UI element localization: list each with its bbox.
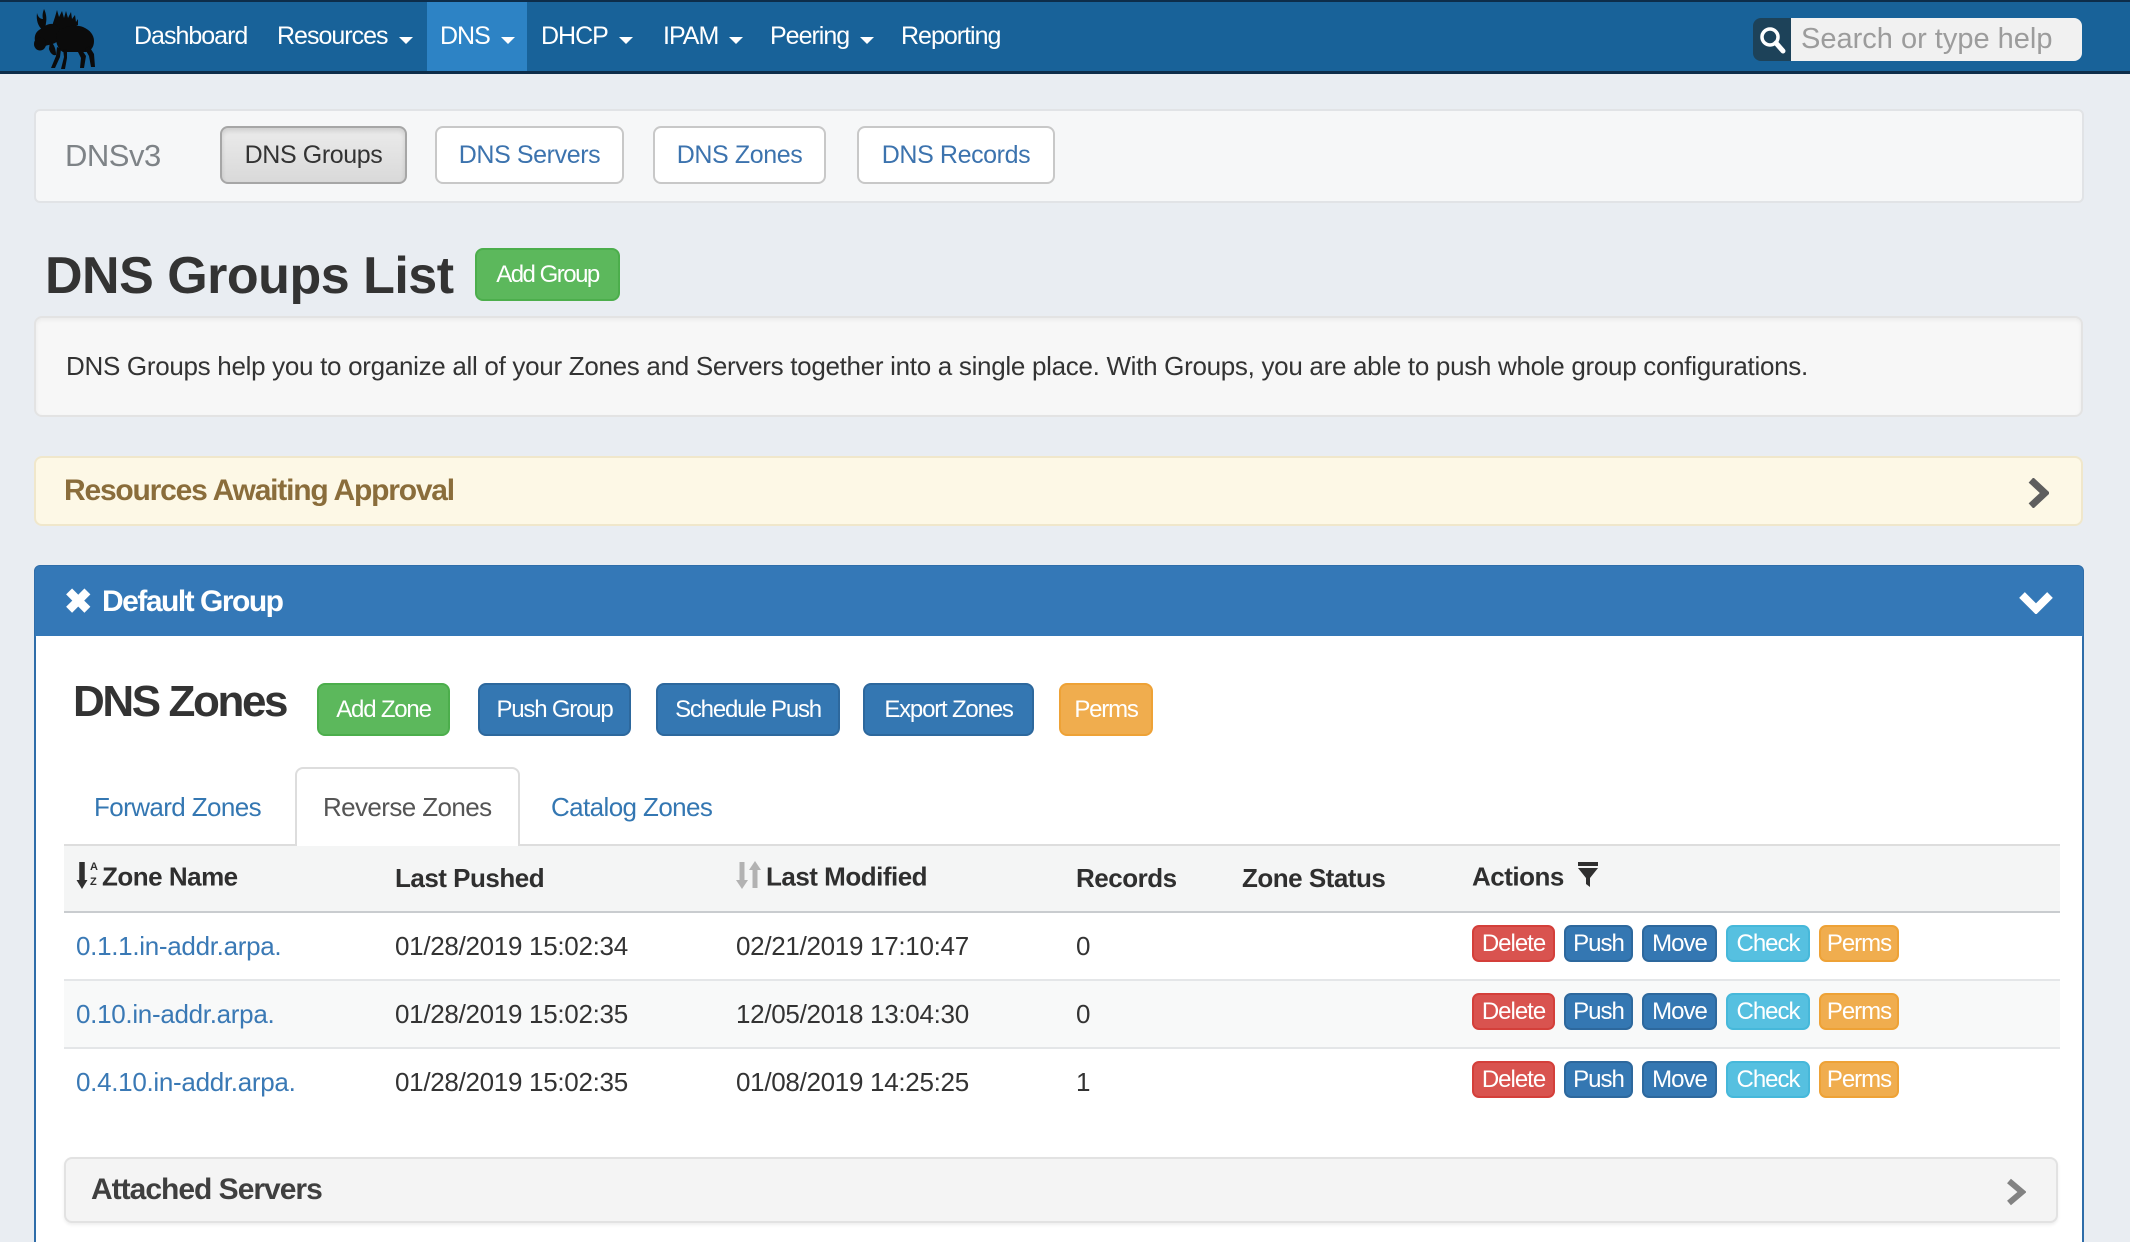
svg-text:A: A	[90, 861, 98, 873]
svg-text:Z: Z	[90, 876, 97, 888]
